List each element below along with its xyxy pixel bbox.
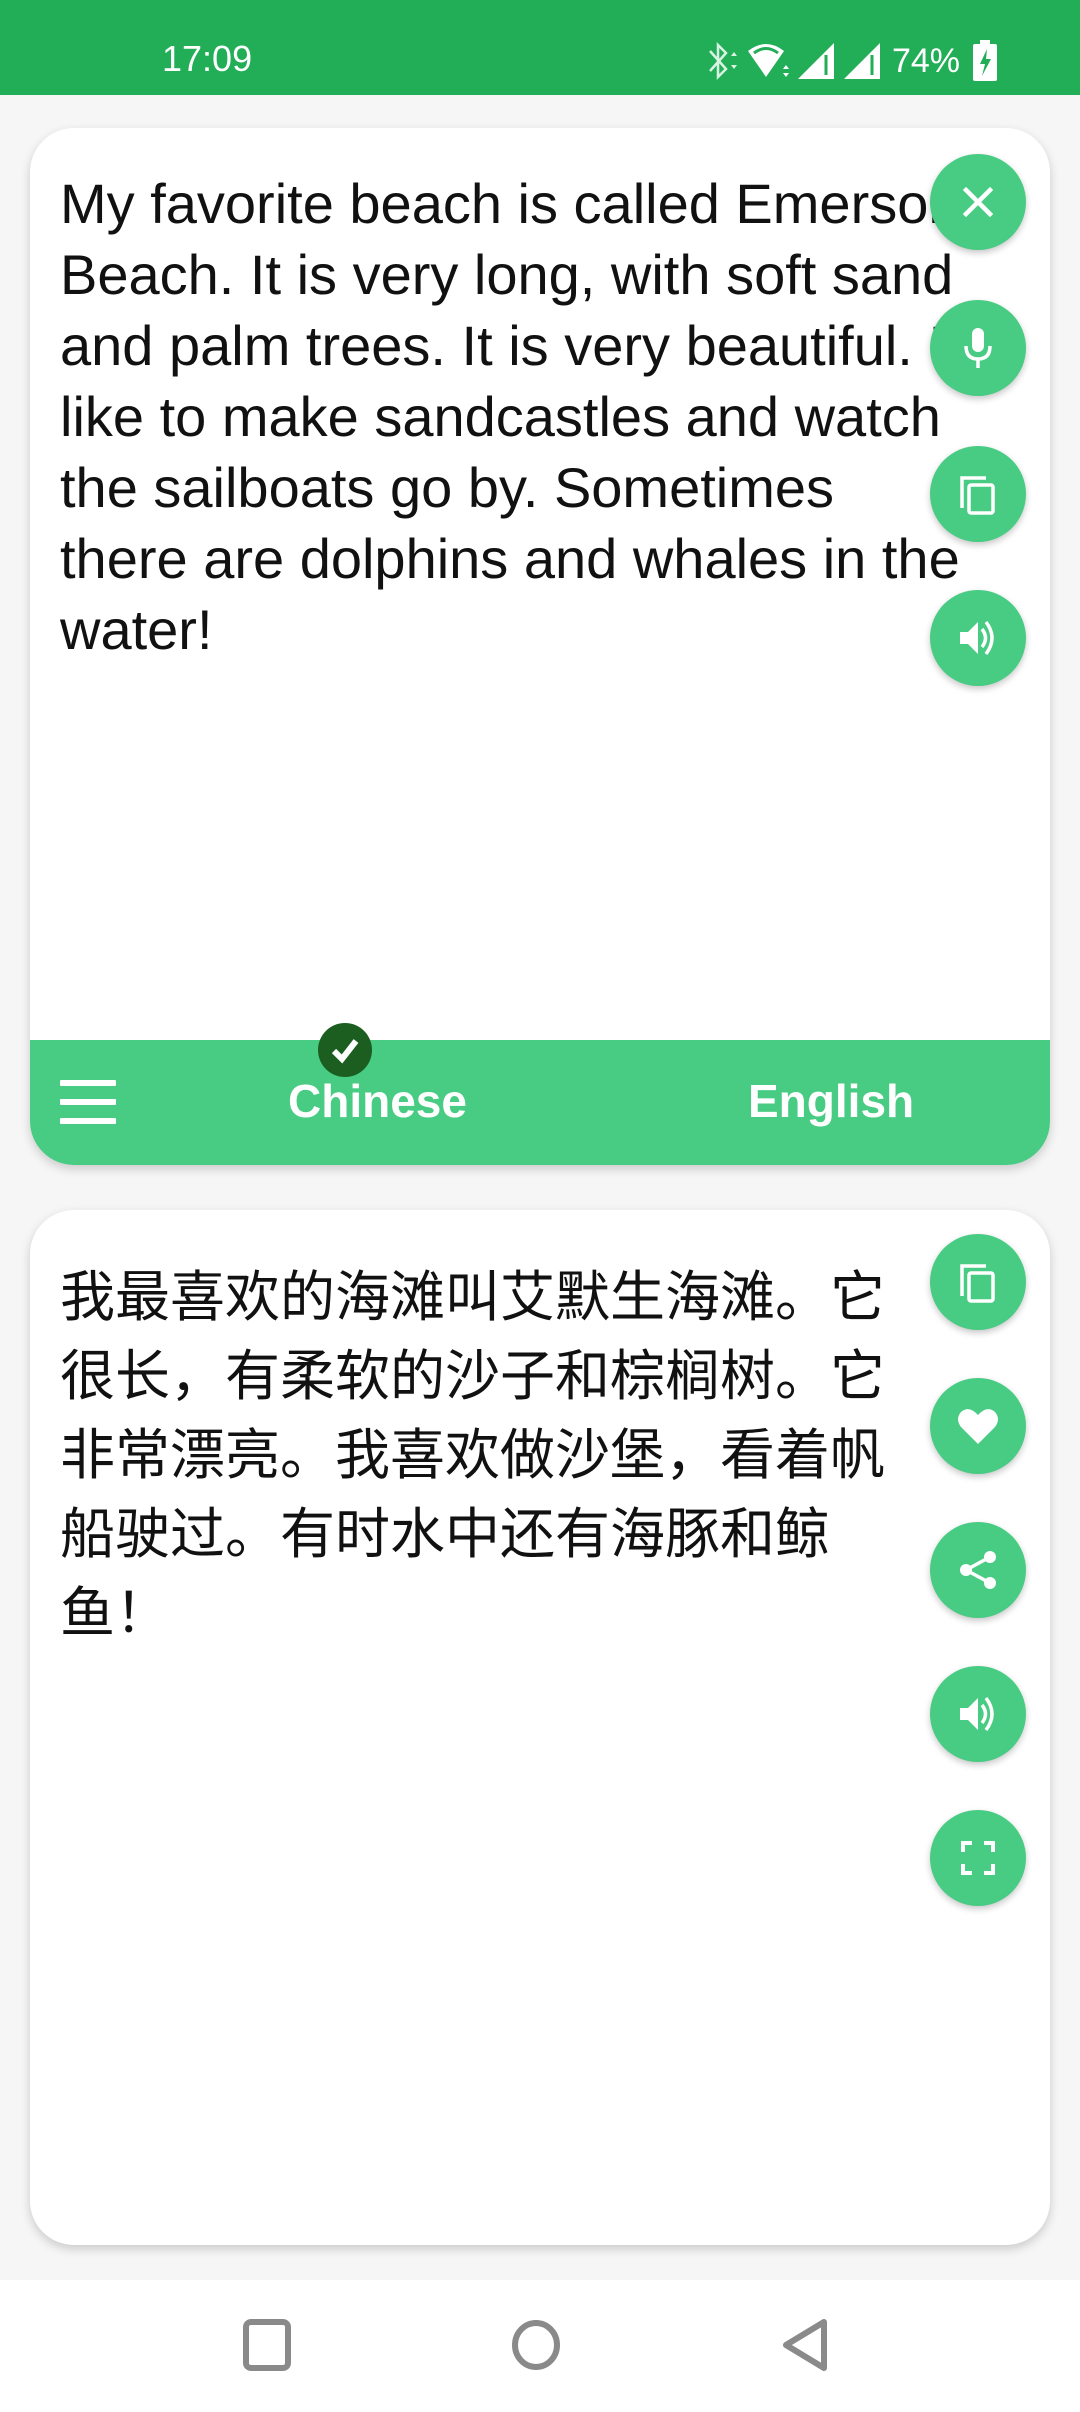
- clear-button[interactable]: [930, 154, 1026, 250]
- copy-icon: [960, 476, 995, 515]
- target-language-selector[interactable]: English: [748, 1074, 914, 1128]
- voice-input-button[interactable]: [930, 300, 1026, 396]
- translation-card: 我最喜欢的海滩叫艾默生海滩。它很长，有柔软的沙子和棕榈树。它非常漂亮。我喜欢做沙…: [30, 1210, 1050, 2245]
- fullscreen-icon: [961, 1841, 995, 1875]
- bluetooth-icon: [709, 41, 737, 81]
- favorite-button[interactable]: [930, 1378, 1026, 1474]
- source-language-selector[interactable]: Chinese: [288, 1074, 467, 1128]
- speaker-icon: [960, 1696, 994, 1732]
- hamburger-menu-icon: [60, 1080, 116, 1086]
- battery-percentage: 74%: [891, 41, 960, 80]
- navigation-bar: [0, 2280, 1080, 2412]
- copy-source-button[interactable]: [930, 446, 1026, 542]
- status-bar: 17:09 74%: [0, 0, 1080, 95]
- signal-icon: [797, 43, 834, 79]
- heart-icon: [958, 1409, 998, 1444]
- checkmark-icon: [331, 1039, 359, 1064]
- microphone-icon: [964, 328, 992, 368]
- source-text-card: My favorite beach is called Emerson Beac…: [30, 128, 1050, 1165]
- share-icon: [960, 1551, 996, 1589]
- signal-icon: [843, 43, 880, 79]
- battery-charging-icon: [973, 40, 997, 81]
- wifi-icon: [747, 44, 789, 77]
- translated-text: 我最喜欢的海滩叫艾默生海滩。它很长，有柔软的沙子和棕榈树。它非常漂亮。我喜欢做沙…: [60, 1265, 886, 1645]
- status-time: 17:09: [162, 38, 253, 79]
- speak-source-button[interactable]: [930, 590, 1026, 686]
- language-bar: Chinese English: [30, 1040, 1050, 1165]
- hamburger-menu-icon-line: [60, 1099, 116, 1105]
- selected-language-badge: [318, 1023, 372, 1077]
- fullscreen-button[interactable]: [930, 1810, 1026, 1906]
- copy-translation-button[interactable]: [930, 1234, 1026, 1330]
- recents-button[interactable]: [242, 2318, 292, 2372]
- speak-translation-button[interactable]: [930, 1666, 1026, 1762]
- copy-icon: [960, 1264, 995, 1303]
- status-icons: 74%: [704, 38, 998, 84]
- speaker-icon: [960, 620, 994, 656]
- back-button[interactable]: [780, 2318, 832, 2372]
- close-icon: [962, 186, 994, 218]
- source-text-input[interactable]: My favorite beach is called Emerson Beac…: [60, 168, 960, 665]
- menu-button[interactable]: [60, 1080, 116, 1124]
- home-button[interactable]: [510, 2318, 562, 2372]
- share-button[interactable]: [930, 1522, 1026, 1618]
- hamburger-menu-icon-line: [60, 1118, 116, 1124]
